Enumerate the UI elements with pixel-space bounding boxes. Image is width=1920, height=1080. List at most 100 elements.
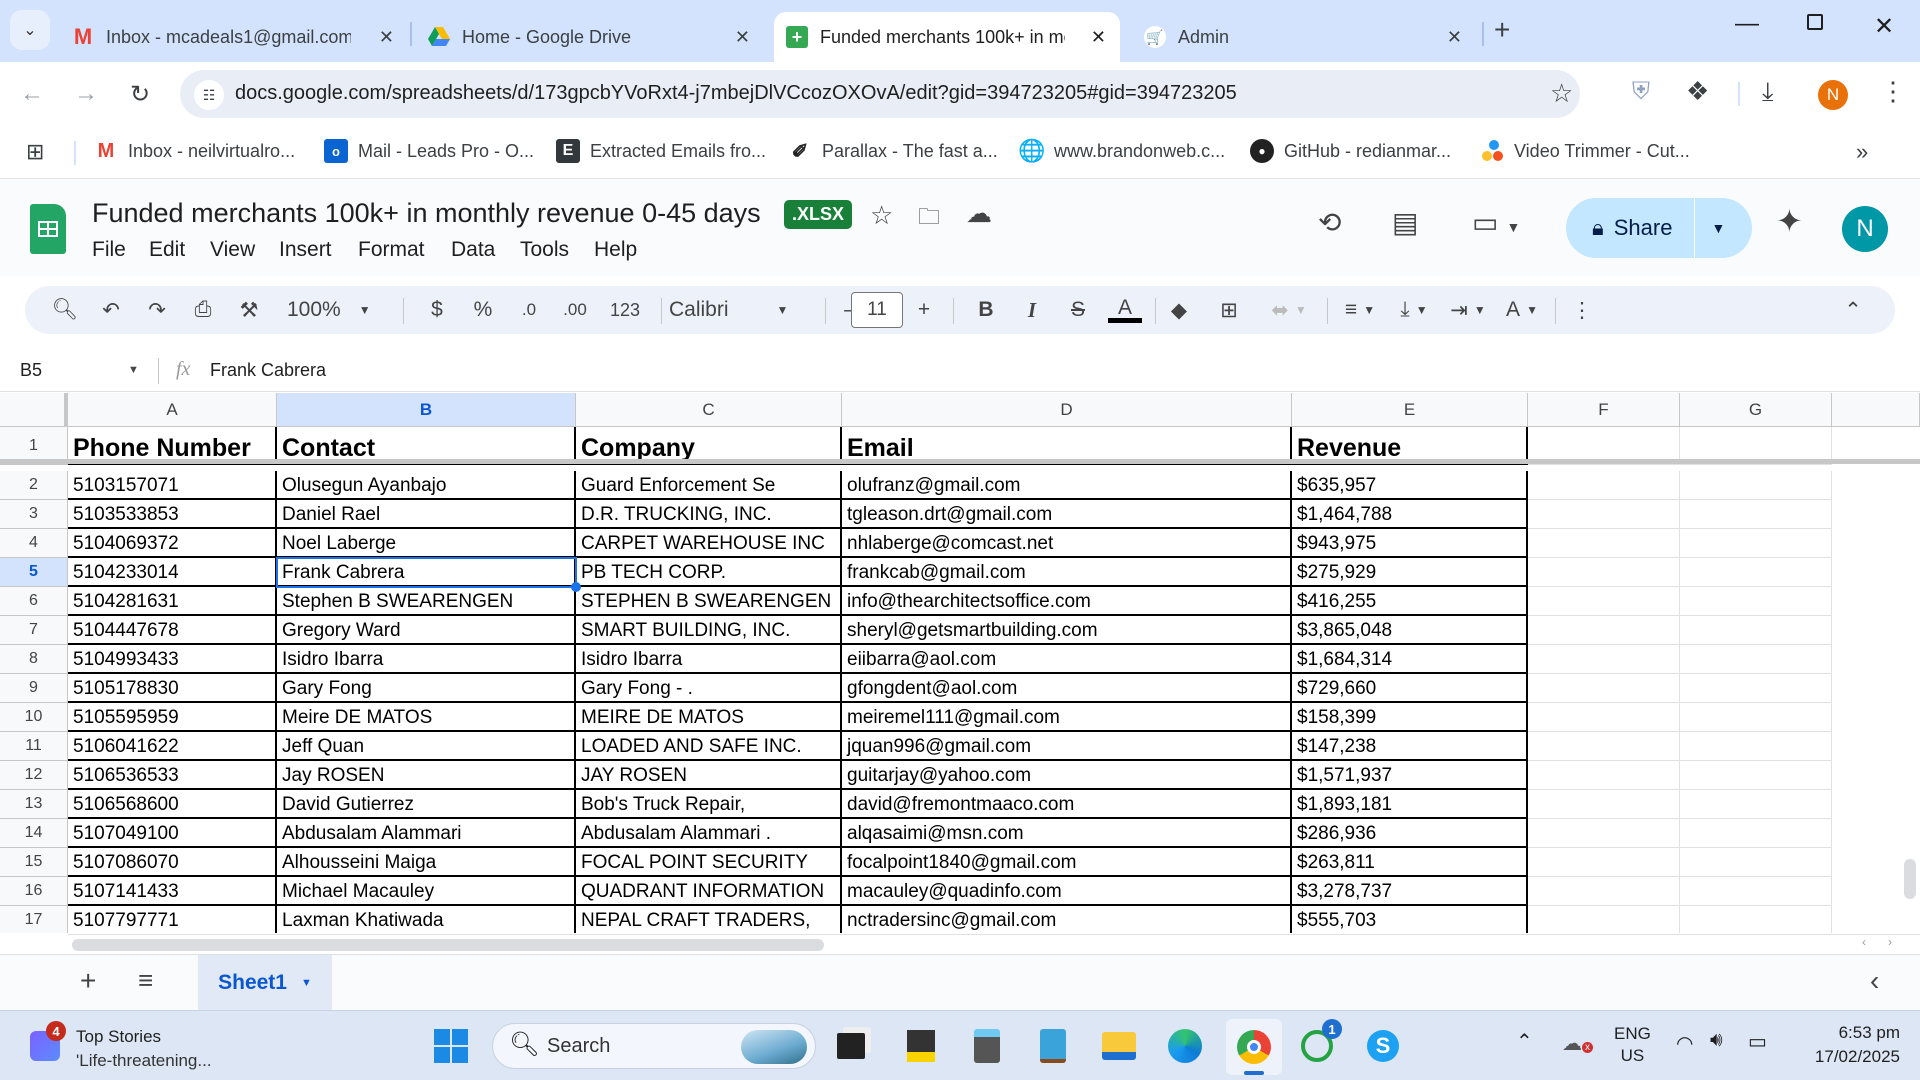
table-cell[interactable]: Alhousseini Maiga xyxy=(277,848,576,877)
font-family-select[interactable]: Calibri ▼ xyxy=(669,286,809,334)
table-cell[interactable]: $158,399 xyxy=(1292,703,1528,732)
table-cell[interactable]: tgleason.drt@gmail.com xyxy=(842,500,1292,529)
back-button[interactable]: ← xyxy=(14,76,50,112)
row-header[interactable]: 9 xyxy=(0,674,68,703)
wifi-icon[interactable]: ◠ xyxy=(1676,1031,1693,1056)
menu-insert[interactable]: Insert xyxy=(279,238,332,262)
start-button[interactable] xyxy=(430,1025,472,1067)
close-tab-icon[interactable]: ✕ xyxy=(1091,27,1106,48)
version-history-icon[interactable]: ⟲ xyxy=(1318,206,1341,239)
table-cell[interactable]: $286,936 xyxy=(1292,819,1528,848)
battery-icon[interactable]: ▭ xyxy=(1748,1029,1767,1054)
taskbar-sticky-notes[interactable] xyxy=(900,1025,942,1067)
comments-icon[interactable]: ▤ xyxy=(1392,206,1418,239)
redo-button[interactable]: ↷ xyxy=(139,286,175,334)
empty-cell[interactable] xyxy=(1528,645,1680,674)
browser-tab-drive[interactable]: Home - Google Drive ✕ xyxy=(414,12,764,62)
spreadsheet-grid[interactable]: ABCDEFG 1 2 3 4 5 6 7 8 9 10 11 12 13 14 15 16 17 Phone … xyxy=(0,393,1920,933)
empty-cell[interactable] xyxy=(1528,761,1680,790)
table-cell[interactable]: Olusegun Ayanbajo xyxy=(277,471,576,500)
empty-cell[interactable] xyxy=(1528,848,1680,877)
address-bar[interactable]: ☷ docs.google.com/spreadsheets/d/173gpcb… xyxy=(180,70,1580,118)
empty-cell[interactable] xyxy=(1680,790,1832,819)
close-window-button[interactable]: ✕ xyxy=(1874,12,1894,41)
column-header-b[interactable]: B xyxy=(277,393,576,427)
table-cell[interactable]: MEIRE DE MATOS xyxy=(576,703,842,732)
horizontal-scrollbar-thumb[interactable] xyxy=(72,939,824,951)
merge-cells-button[interactable]: ⬌ ▼ xyxy=(1259,286,1319,334)
scroll-left-icon[interactable]: ‹ xyxy=(1862,935,1866,949)
empty-cell[interactable] xyxy=(1680,558,1832,587)
table-cell[interactable]: Isidro Ibarra xyxy=(277,645,576,674)
table-cell[interactable]: Bob's Truck Repair, xyxy=(576,790,842,819)
text-wrapping-button[interactable]: ⇥ ▼ xyxy=(1443,286,1493,334)
bookmark-star-icon[interactable]: ☆ xyxy=(1550,78,1573,109)
font-size-input[interactable]: 11 xyxy=(851,292,903,328)
apps-grid-icon[interactable]: ⊞ xyxy=(26,139,44,165)
strikethrough-button[interactable]: S xyxy=(1063,286,1093,334)
table-cell[interactable]: 5105178830 xyxy=(68,674,277,703)
taskbar-notepad[interactable] xyxy=(1032,1025,1074,1067)
percent-format-button[interactable]: % xyxy=(467,286,499,334)
scroll-right-icon[interactable]: › xyxy=(1888,935,1892,949)
column-header-c[interactable]: C xyxy=(576,393,842,427)
taskbar-calculator[interactable] xyxy=(966,1025,1008,1067)
table-cell[interactable]: macauley@quadinfo.com xyxy=(842,877,1292,906)
reload-button[interactable]: ↻ xyxy=(122,76,158,112)
column-header-e[interactable]: E xyxy=(1292,393,1528,427)
table-cell[interactable]: FOCAL POINT SECURITY xyxy=(576,848,842,877)
empty-cell[interactable] xyxy=(1680,674,1832,703)
empty-cell[interactable] xyxy=(1680,703,1832,732)
table-cell[interactable]: Gary Fong xyxy=(277,674,576,703)
bookmark-parallax[interactable]: ✐ Parallax - The fast a... xyxy=(788,139,998,163)
table-cell[interactable]: alqasaimi@msn.com xyxy=(842,819,1292,848)
increase-font-size-button[interactable]: + xyxy=(907,286,941,334)
table-cell[interactable]: focalpoint1840@gmail.com xyxy=(842,848,1292,877)
text-color-button[interactable]: A xyxy=(1107,286,1143,334)
table-cell[interactable]: Abdusalam Alammari xyxy=(277,819,576,848)
undo-button[interactable]: ↶ xyxy=(93,286,129,334)
empty-cell[interactable] xyxy=(1528,558,1680,587)
formula-input[interactable]: Frank Cabrera xyxy=(210,360,326,381)
horizontal-align-button[interactable]: ≡ ▼ xyxy=(1335,286,1385,334)
table-cell[interactable]: Jay ROSEN xyxy=(277,761,576,790)
row-header[interactable]: 4 xyxy=(0,529,68,558)
show-hidden-icons[interactable]: ⌃ xyxy=(1516,1029,1533,1054)
minimize-button[interactable]: — xyxy=(1735,10,1759,38)
close-tab-icon[interactable]: ✕ xyxy=(735,27,750,48)
browser-tab-sheets[interactable]: + Funded merchants 100k+ in mo ✕ xyxy=(774,12,1120,62)
table-cell[interactable]: Stephen B SWEARENGEN xyxy=(277,587,576,616)
row-header[interactable]: 7 xyxy=(0,616,68,645)
row-header[interactable]: 8 xyxy=(0,645,68,674)
fill-color-button[interactable]: ◆ xyxy=(1161,286,1197,334)
table-cell[interactable]: Meire DE MATOS xyxy=(277,703,576,732)
table-cell[interactable]: $263,811 xyxy=(1292,848,1528,877)
table-cell[interactable]: PB TECH CORP. xyxy=(576,558,842,587)
table-cell[interactable]: Guard Enforcement Se xyxy=(576,471,842,500)
table-cell[interactable]: JAY ROSEN xyxy=(576,761,842,790)
table-cell[interactable]: meiremel111@gmail.com xyxy=(842,703,1292,732)
table-cell[interactable]: $1,893,181 xyxy=(1292,790,1528,819)
empty-cell[interactable] xyxy=(1528,500,1680,529)
table-cell[interactable]: 5107797771 xyxy=(68,906,277,933)
bookmark-outlook[interactable]: o Mail - Leads Pro - O... xyxy=(324,139,534,163)
row-header[interactable]: 17 xyxy=(0,906,68,933)
clock[interactable]: 6:53 pm 17/02/2025 xyxy=(1790,1021,1900,1069)
forward-button[interactable]: → xyxy=(68,76,104,112)
menu-view[interactable]: View xyxy=(210,238,255,262)
table-cell[interactable]: jquan996@gmail.com xyxy=(842,732,1292,761)
frozen-row-divider[interactable] xyxy=(0,459,1920,464)
user-avatar[interactable]: N xyxy=(1842,206,1888,252)
empty-cell[interactable] xyxy=(1680,877,1832,906)
share-dropdown-icon[interactable]: ▼ xyxy=(1711,220,1725,236)
browser-tab-gmail[interactable]: M Inbox - mcadeals1@gmail.com ✕ xyxy=(58,12,408,62)
menu-edit[interactable]: Edit xyxy=(149,238,185,262)
table-cell[interactable]: 5103533853 xyxy=(68,500,277,529)
table-cell[interactable]: $555,703 xyxy=(1292,906,1528,933)
table-cell[interactable]: david@fremontmaaco.com xyxy=(842,790,1292,819)
collapse-menus-button[interactable]: ⌃ xyxy=(1835,286,1871,334)
empty-cell[interactable] xyxy=(1528,877,1680,906)
table-cell[interactable]: olufranz@gmail.com xyxy=(842,471,1292,500)
increase-decimal-button[interactable]: .00 xyxy=(555,286,595,334)
star-icon[interactable]: ☆ xyxy=(870,200,893,231)
